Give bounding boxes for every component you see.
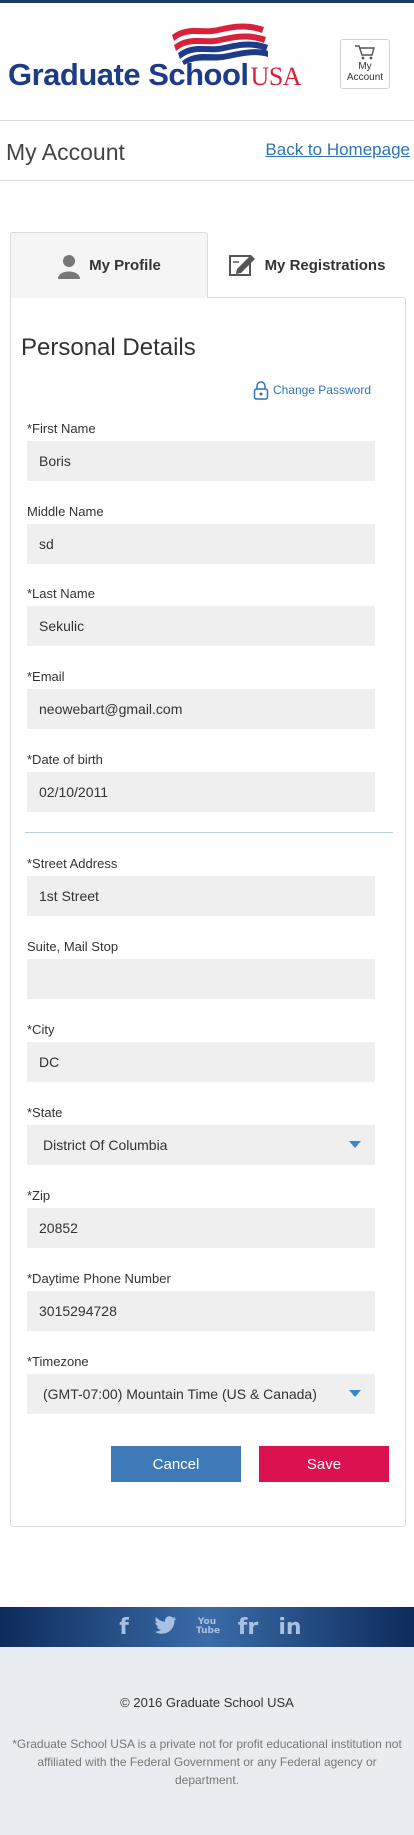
phone-field[interactable]: 3015294728 (27, 1291, 375, 1331)
disclaimer-text: *Graduate School USA is a private not fo… (12, 1737, 402, 1787)
edit-document-icon (228, 253, 257, 277)
section-divider (25, 832, 393, 833)
facebook-icon[interactable]: f (112, 1615, 136, 1640)
section-title: Personal Details (21, 334, 196, 361)
site-header: Graduate SchoolUSA My Account (0, 3, 414, 121)
street-address-label: *Street Address (27, 856, 118, 871)
brand-suffix: USA (250, 62, 302, 91)
youtube-icon[interactable]: You Tube (196, 1618, 220, 1636)
dob-label: *Date of birth (27, 752, 103, 767)
dob-field[interactable]: 02/10/2011 (27, 772, 375, 812)
zip-label: *Zip (27, 1188, 51, 1203)
site-logo[interactable]: Graduate SchoolUSA (8, 21, 302, 92)
tab-my-registrations[interactable]: My Registrations (208, 232, 406, 298)
email-label: *Email (27, 669, 65, 684)
dropdown-caret-icon (349, 1141, 361, 1148)
shopping-cart-icon (355, 45, 375, 60)
page-title: My Account (6, 139, 125, 165)
account-bar: My Account Back to Homepage (0, 121, 414, 181)
timezone-label: *Timezone (27, 1354, 89, 1369)
copyright-text: © 2016 Graduate School USA (120, 1695, 294, 1710)
timezone-select[interactable]: (GMT-07:00) Mountain Time (US & Canada) (27, 1374, 375, 1414)
cart-label-line2: Account (346, 72, 384, 83)
last-name-label: *Last Name (27, 586, 95, 601)
first-name-label: *First Name (27, 421, 96, 436)
zip-field[interactable]: 20852 (27, 1208, 375, 1248)
dropdown-caret-icon (349, 1390, 361, 1397)
cancel-button[interactable]: Cancel (111, 1446, 241, 1482)
suite-label: Suite, Mail Stop (27, 939, 119, 954)
change-password-link[interactable]: Change Password (253, 380, 371, 400)
timezone-select-value: (GMT-07:00) Mountain Time (US & Canada) (43, 1386, 317, 1402)
social-links-bar: f You Tube fr in (0, 1607, 414, 1647)
tab-label: My Profile (89, 257, 161, 274)
email-field[interactable]: neowebart@gmail.com (27, 689, 375, 729)
suite-field[interactable] (27, 959, 375, 999)
account-tabs: My Profile My Registrations (10, 232, 406, 298)
state-label: *State (27, 1105, 63, 1120)
lock-icon (253, 381, 269, 400)
person-icon (57, 253, 81, 279)
city-label: *City (27, 1022, 55, 1037)
linkedin-icon[interactable]: in (278, 1615, 302, 1640)
last-name-field[interactable]: Sekulic (27, 606, 375, 646)
first-name-field[interactable]: Boris (27, 441, 375, 481)
back-to-homepage-link[interactable]: Back to Homepage (265, 140, 410, 160)
middle-name-label: Middle Name (27, 504, 104, 519)
middle-name-field[interactable]: sd (27, 524, 375, 564)
save-button[interactable]: Save (259, 1446, 389, 1482)
state-select-value: District Of Columbia (43, 1137, 168, 1153)
twitter-icon[interactable] (154, 1615, 178, 1640)
phone-label: *Daytime Phone Number (27, 1271, 171, 1286)
my-account-cart-button[interactable]: My Account (340, 39, 390, 89)
city-field[interactable]: DC (27, 1042, 375, 1082)
tab-my-profile[interactable]: My Profile (10, 232, 208, 298)
profile-panel: Personal Details Change Password *First … (10, 297, 406, 1527)
tab-label: My Registrations (264, 256, 386, 274)
state-select[interactable]: District Of Columbia (27, 1125, 375, 1165)
brand-name: Graduate SchoolUSA (8, 57, 302, 92)
street-address-field[interactable]: 1st Street (27, 876, 375, 916)
site-footer: © 2016 Graduate School USA *Graduate Sch… (0, 1647, 414, 1835)
cart-label-line1: My (358, 61, 372, 72)
flickr-icon[interactable]: fr (236, 1615, 260, 1640)
